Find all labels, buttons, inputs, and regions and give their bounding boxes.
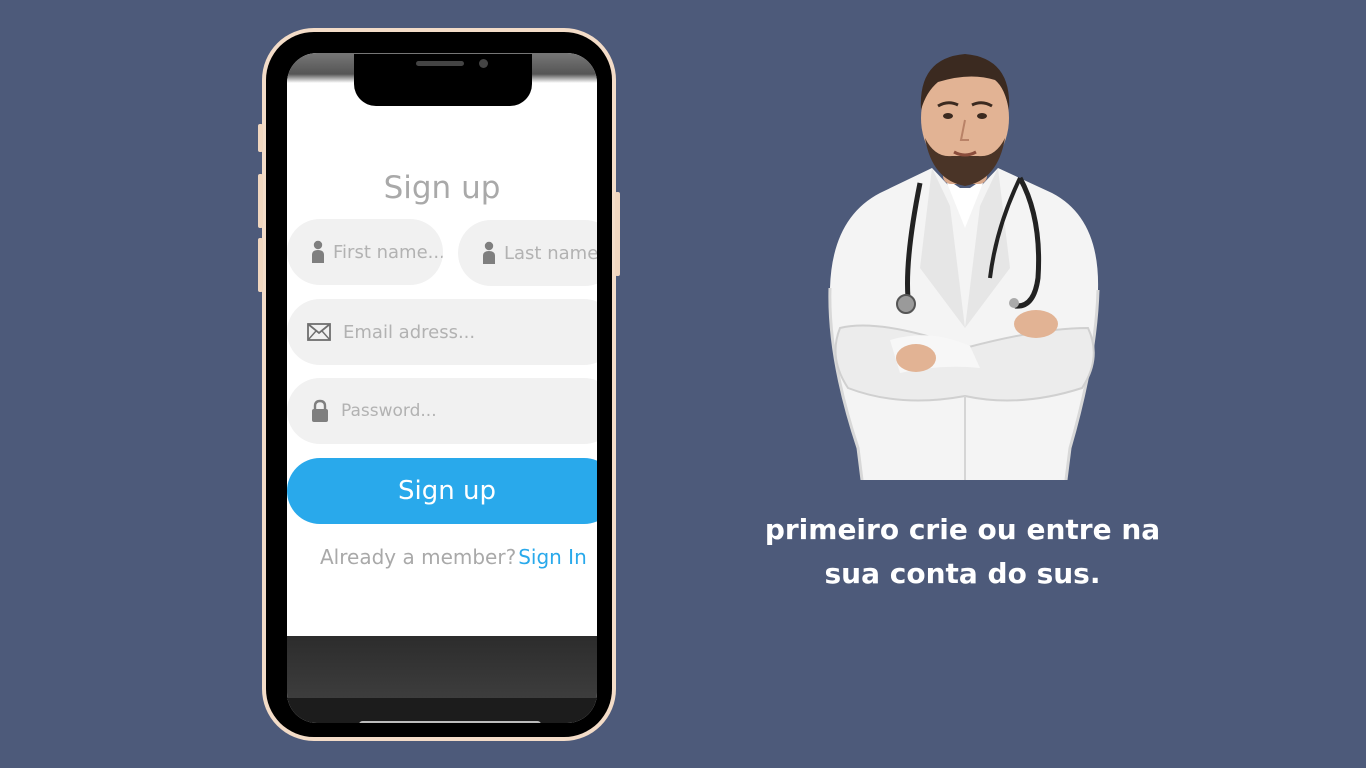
already-member-text: Already a member?	[320, 545, 517, 569]
first-name-field[interactable]: First name...	[287, 219, 443, 285]
password-placeholder: Password...	[341, 401, 437, 421]
phone-volume-down	[258, 238, 263, 292]
first-name-placeholder: First name...	[333, 241, 443, 263]
phone-notch	[354, 54, 532, 106]
last-name-placeholder: Last name...	[504, 242, 597, 264]
user-icon	[482, 241, 496, 265]
bottom-dark-strip	[287, 698, 597, 723]
doctor-photo	[828, 54, 1100, 480]
promo-caption: primeiro crie ou entre na sua conta do s…	[740, 508, 1185, 596]
phone-mockup: Sign up First name... Last name Email ad…	[258, 28, 620, 741]
envelope-icon	[307, 323, 331, 341]
form-title: Sign up	[383, 170, 501, 206]
phone-power-button	[615, 192, 620, 276]
sign-up-button[interactable]: Sign up	[287, 458, 597, 524]
user-icon	[311, 240, 325, 264]
home-indicator	[359, 721, 541, 723]
phone-screen: Sign up First name... Last name Email ad…	[287, 53, 597, 723]
phone-mute-switch	[258, 124, 263, 152]
front-camera	[479, 59, 488, 68]
caption-line-2: sua conta do sus.	[824, 557, 1101, 590]
already-member-row: Already a member? Sign In	[320, 545, 587, 569]
email-placeholder: Email adress...	[343, 321, 476, 343]
phone-bezel: Sign up First name... Last name Email ad…	[266, 32, 612, 737]
lock-icon	[311, 399, 329, 423]
last-name-field[interactable]: Last name...	[458, 220, 597, 286]
speaker-grille	[416, 61, 464, 66]
password-field[interactable]: Password...	[287, 378, 597, 444]
sign-in-link[interactable]: Sign In	[518, 545, 587, 569]
email-field[interactable]: Email adress...	[287, 299, 597, 365]
bottom-panel	[287, 636, 597, 698]
caption-line-1: primeiro crie ou entre na	[764, 513, 1161, 546]
phone-volume-up	[258, 174, 263, 228]
